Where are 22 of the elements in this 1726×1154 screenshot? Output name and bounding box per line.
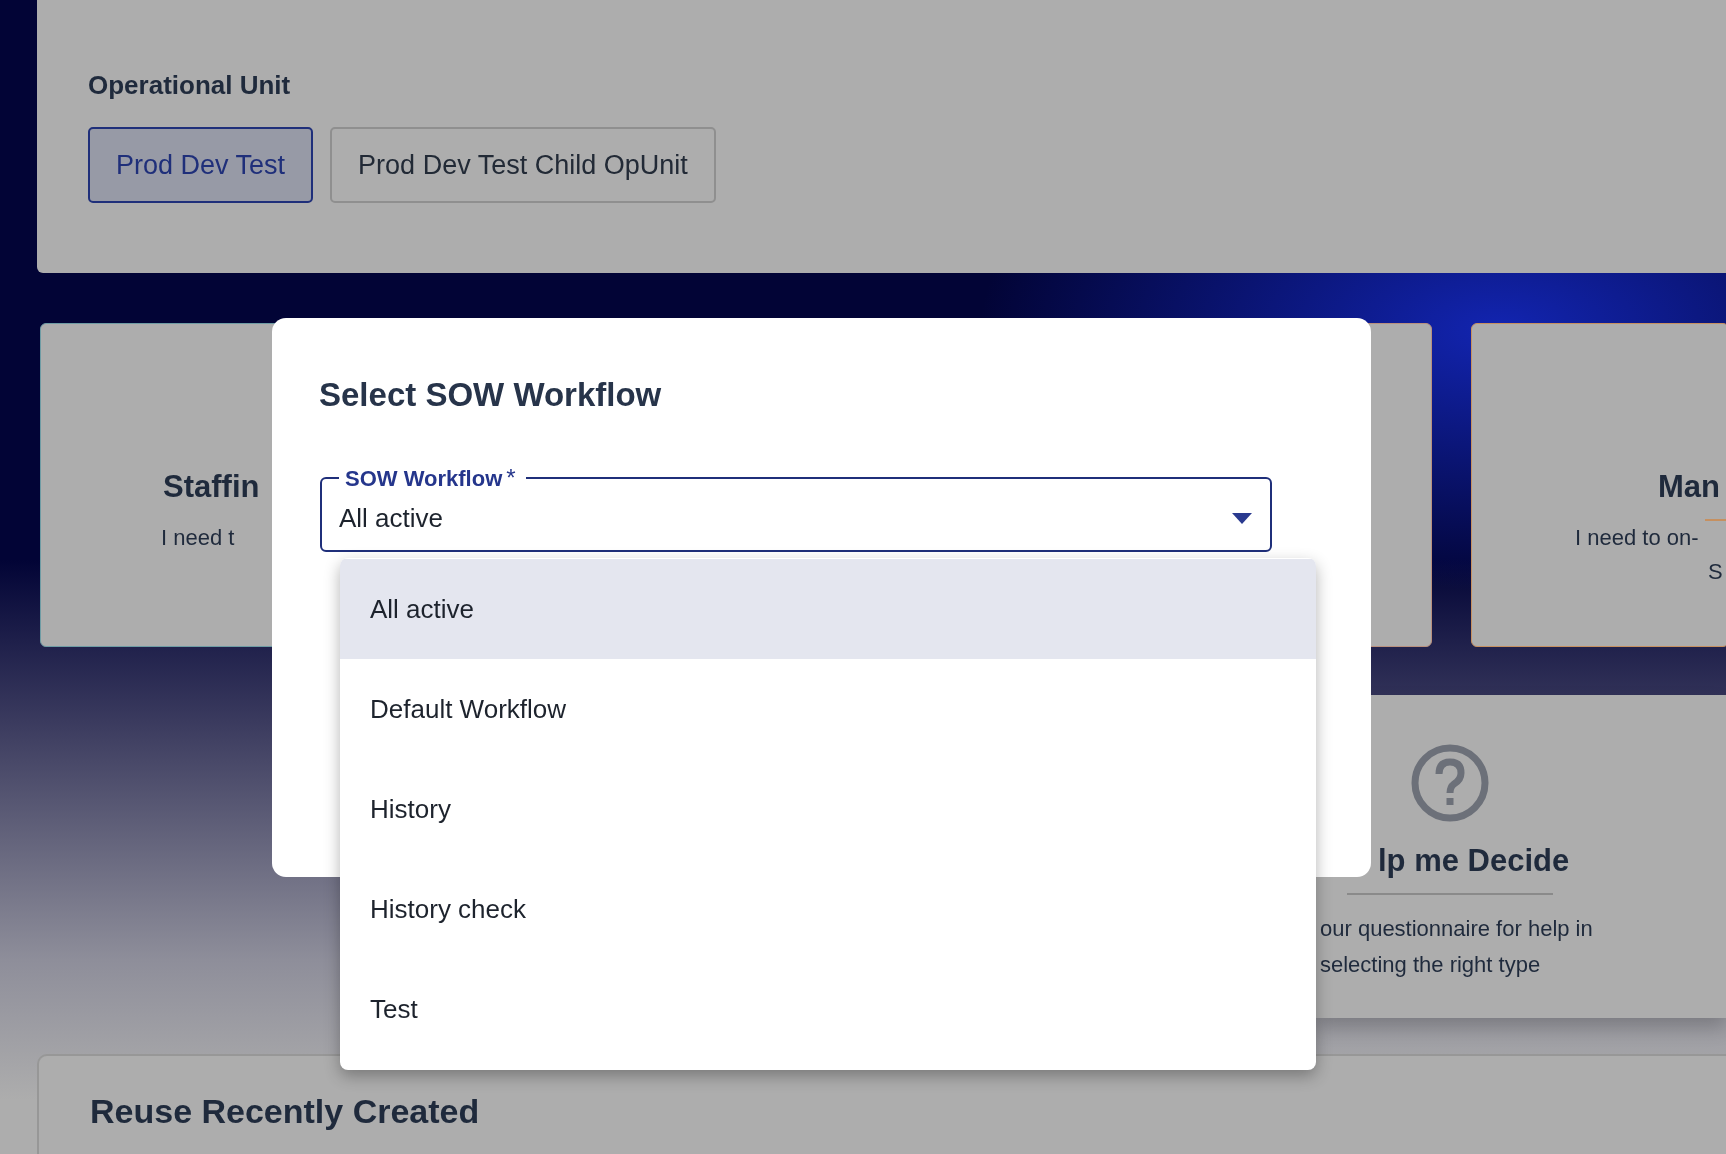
card-description: S [1708, 558, 1723, 586]
card-description: selecting the right type [1320, 951, 1541, 979]
card-description: I need t [161, 524, 235, 552]
section-label: Operational Unit [88, 70, 292, 101]
card-description: I need to on- [1575, 524, 1699, 552]
menu-option[interactable]: All active [340, 559, 1316, 659]
selected-value: All active [339, 502, 444, 534]
help-icon [1410, 743, 1490, 823]
menu-option[interactable]: Default Workflow [340, 659, 1316, 759]
help-card[interactable]: lp me Decide our questionnaire for help in selecting the right type [1316, 695, 1726, 1018]
card-title: Man [1658, 469, 1720, 505]
unit-option[interactable]: Prod Dev Test [88, 127, 314, 203]
unit-option[interactable]: Prod Dev Test Child OpUnit [330, 127, 716, 203]
card-description: our questionnaire for help in [1320, 915, 1593, 943]
section-title: Reuse Recently Created [90, 1092, 480, 1130]
menu-option[interactable]: History check [340, 859, 1316, 959]
card-title: lp me Decide [1378, 843, 1570, 879]
option-card[interactable]: Man I need to on- S [1471, 323, 1726, 647]
menu-option[interactable]: Test [340, 959, 1316, 1059]
card-title: Staffin [163, 469, 260, 505]
caret-icon [1232, 512, 1252, 524]
menu-option[interactable]: History [340, 759, 1316, 859]
